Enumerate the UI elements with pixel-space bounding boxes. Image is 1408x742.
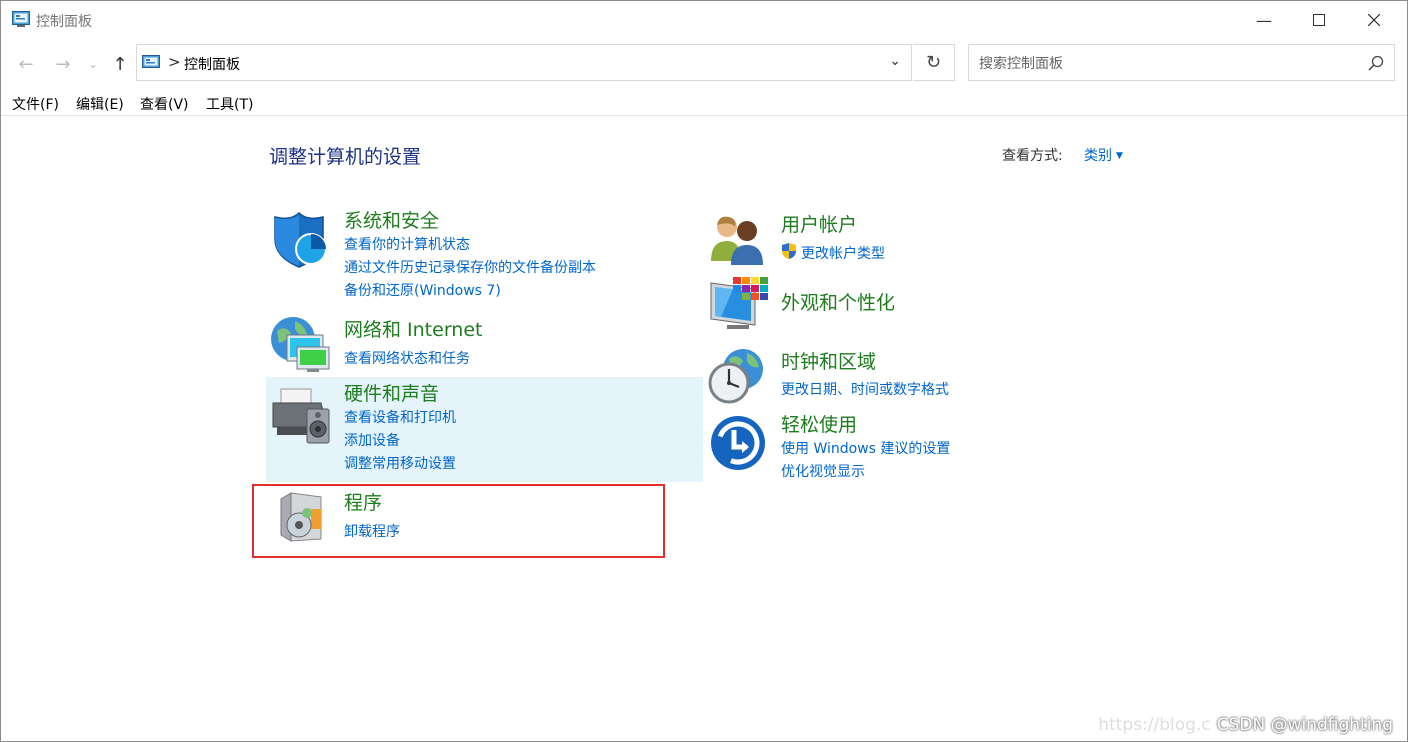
clock-globe-icon[interactable] [707, 347, 767, 405]
window-title: 控制面板 [36, 14, 92, 30]
view-by-value: 类别 [1084, 148, 1112, 164]
menu-edit[interactable]: 编辑(E) [76, 94, 124, 114]
hardware-hover-highlight [266, 377, 703, 482]
maximize-button[interactable] [1292, 1, 1346, 39]
arrow-left-icon: ← [18, 53, 34, 75]
recent-locations-button[interactable]: ⌄ [83, 51, 103, 77]
up-button[interactable]: ↑ [108, 51, 132, 77]
link-mobility-settings[interactable]: 调整常用移动设置 [344, 453, 456, 473]
link-devices-printers[interactable]: 查看设备和打印机 [344, 407, 456, 427]
search-box[interactable] [968, 44, 1395, 81]
programs-title[interactable]: 程序 [344, 488, 382, 515]
close-icon [1368, 14, 1380, 26]
link-add-device[interactable]: 添加设备 [344, 430, 400, 450]
close-button[interactable] [1347, 1, 1401, 39]
refresh-icon: ↻ [925, 52, 942, 73]
breadcrumb-separator[interactable]: > [168, 53, 181, 71]
watermark-text: CSDN @windfighting [1216, 715, 1393, 735]
dropdown-triangle-icon: ▼ [1116, 151, 1123, 161]
printer-speaker-icon[interactable] [271, 387, 331, 445]
hardware-title[interactable]: 硬件和声音 [344, 379, 439, 406]
ease-of-access-title[interactable]: 轻松使用 [781, 410, 857, 437]
appearance-title[interactable]: 外观和个性化 [781, 288, 895, 315]
system-security-title[interactable]: 系统和安全 [344, 206, 439, 233]
link-network-status[interactable]: 查看网络状态和任务 [344, 348, 470, 368]
chevron-down-icon: ⌄ [87, 57, 99, 71]
breadcrumb-control-panel[interactable]: 控制面板 [184, 54, 240, 74]
link-backup-restore[interactable]: 备份和还原(Windows 7) [344, 280, 501, 300]
control-panel-window: 控制面板 — ← → ⌄ ↑ > 控制面板 ⌄ ↻ 文件(F) 编辑(E) [0, 0, 1408, 742]
link-change-date-time-format[interactable]: 更改日期、时间或数字格式 [781, 379, 949, 399]
menu-file[interactable]: 文件(F) [12, 94, 59, 114]
link-change-account-type[interactable]: 更改帐户类型 [801, 243, 885, 263]
back-button[interactable]: ← [14, 51, 38, 77]
minimize-icon: — [1256, 10, 1272, 30]
watermark-url: https://blog.c [1098, 715, 1211, 735]
users-icon[interactable] [709, 213, 767, 265]
control-panel-app-icon [12, 11, 30, 27]
clock-region-title[interactable]: 时钟和区域 [781, 347, 876, 374]
address-dropdown-icon[interactable]: ⌄ [889, 53, 901, 69]
forward-button[interactable]: → [51, 51, 75, 77]
shield-icon[interactable] [271, 211, 329, 269]
programs-disc-icon[interactable] [277, 491, 329, 543]
ease-of-access-icon[interactable] [709, 414, 767, 472]
search-input[interactable] [977, 53, 1361, 75]
link-uninstall-program[interactable]: 卸载程序 [344, 521, 400, 541]
view-by-dropdown[interactable]: 类别 ▼ [1084, 145, 1123, 165]
menu-bar: 文件(F) 编辑(E) 查看(V) 工具(T) [1, 91, 1407, 116]
page-title: 调整计算机的设置 [269, 146, 422, 168]
menu-tools[interactable]: 工具(T) [206, 94, 253, 114]
link-optimize-visual-display[interactable]: 优化视觉显示 [781, 461, 865, 481]
view-by-label: 查看方式: [1002, 148, 1063, 164]
link-view-computer-status[interactable]: 查看你的计算机状态 [344, 234, 470, 254]
network-title[interactable]: 网络和 Internet [344, 315, 482, 342]
link-recommended-settings[interactable]: 使用 Windows 建议的设置 [781, 438, 950, 458]
watermark: https://blog.c CSDN @windfighting [1098, 715, 1393, 735]
menu-view[interactable]: 查看(V) [140, 94, 189, 114]
minimize-button[interactable]: — [1237, 1, 1291, 39]
monitor-palette-icon[interactable] [709, 277, 769, 335]
maximize-icon [1313, 14, 1325, 26]
link-file-history[interactable]: 通过文件历史记录保存你的文件备份副本 [344, 257, 596, 277]
title-bar: 控制面板 — [1, 1, 1407, 39]
uac-shield-icon [782, 243, 796, 259]
network-globe-icon[interactable] [269, 313, 331, 373]
search-icon[interactable] [1368, 55, 1384, 71]
refresh-button[interactable]: ↻ [913, 44, 955, 81]
user-accounts-title[interactable]: 用户帐户 [781, 210, 857, 237]
arrow-up-icon: ↑ [112, 53, 128, 75]
address-bar[interactable]: > 控制面板 ⌄ [136, 44, 912, 81]
arrow-right-icon: → [55, 53, 71, 75]
control-panel-small-icon [142, 55, 160, 68]
